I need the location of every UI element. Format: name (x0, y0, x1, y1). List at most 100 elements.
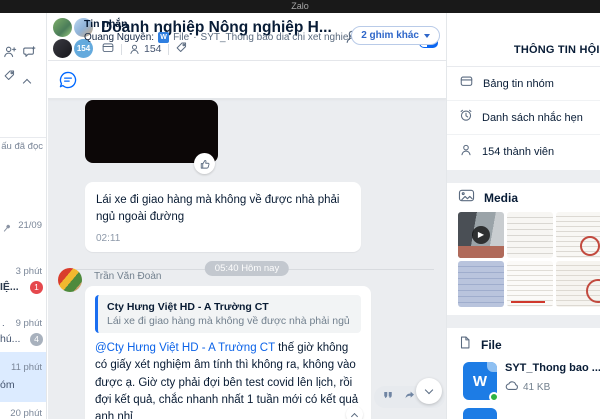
members-button[interactable]: 154 (128, 43, 162, 56)
collapse-list-icon[interactable] (22, 73, 32, 91)
info-panel: THÔNG TIN HỘI THOẠI Bảng tin nhóm Danh s… (446, 13, 600, 419)
message-bubble[interactable]: Cty Hưng Việt HD - A Trường CT Lái xe đi… (85, 286, 371, 419)
alarm-clock-icon (459, 108, 473, 127)
sender-name[interactable]: Trần Văn Đoàn (94, 271, 161, 282)
mention-link[interactable]: @Cty Hưng Việt HD - A Trường CT (95, 342, 275, 354)
conversation-time[interactable]: 21/09 (18, 220, 42, 231)
section-band (447, 315, 600, 328)
truncated-text: . (2, 318, 5, 329)
file-name: SYT_Thong bao ... e.doc (505, 362, 600, 374)
cloud-icon (505, 380, 519, 394)
window-titlebar[interactable]: Zalo (0, 0, 600, 13)
conversation-list: ấu đã đọc 21/09 3 phút IỆ... 1 . 9 phút … (0, 13, 47, 419)
media-grid: ▶ (458, 212, 600, 307)
info-panel-title: THÔNG TIN HỘI THOẠI (513, 44, 600, 56)
forward-icon[interactable] (403, 388, 416, 406)
unread-badge: 4 (30, 333, 43, 346)
media-thumbnail[interactable] (556, 261, 600, 307)
section-band (447, 170, 600, 183)
promo-banner-image[interactable] (0, 156, 46, 213)
list-divider (0, 137, 46, 138)
zalo-window: Zalo ấu đã đọc 21/09 3 phút IỆ... 1 . 9 … (0, 0, 600, 419)
board-icon (459, 74, 474, 93)
pinned-message-icon (58, 70, 78, 95)
mark-read-label[interactable]: ấu đã đọc (1, 141, 43, 152)
file-item[interactable]: W SYT_Thong bao ... e.doc 41 KB (463, 362, 600, 402)
separator-dot: · (193, 32, 197, 43)
quote-title: Cty Hưng Việt HD - A Trường CT (107, 301, 269, 313)
pinned-sender: Quang Nguyễn: (84, 32, 155, 43)
pin-icon (2, 220, 12, 238)
file-info: SYT_Thong bao ... e.doc 41 KB (505, 362, 600, 400)
chevron-down-icon (424, 385, 434, 394)
message-bubble[interactable]: Lái xe đi giao hàng mà không về được nhà… (85, 182, 361, 252)
file-icon (458, 335, 472, 355)
quote-text: Lái xe đi giao hàng mà không về được nhà… (107, 315, 352, 327)
selected-conversation[interactable] (0, 352, 46, 402)
file-meta: 41 KB (505, 380, 600, 394)
collapse-button[interactable] (346, 406, 363, 419)
message-text: @Cty Hưng Việt HD - A Trường CT thế giờ … (95, 340, 361, 419)
conversation-name[interactable]: IỆ... (0, 281, 19, 293)
media-section-title: Media (484, 191, 519, 205)
menu-item-label: 154 thành viên (482, 146, 555, 158)
file-section-title: File (481, 338, 502, 352)
menu-item-group-board[interactable]: Bảng tin nhóm (447, 67, 600, 101)
like-reaction-button[interactable] (194, 153, 215, 174)
unread-badge: 1 (30, 281, 43, 294)
sender-avatar[interactable] (58, 268, 82, 292)
menu-item-label: Bảng tin nhóm (483, 77, 554, 90)
conversation-name[interactable]: óm (0, 379, 15, 391)
divider (121, 43, 122, 55)
person-icon (459, 143, 473, 162)
conversation-time[interactable]: 3 phút (16, 266, 42, 277)
chat-area: 154 Doanh nghiệp Nông nghiệp H... 154 Ti… (48, 13, 446, 419)
divider (167, 43, 169, 55)
conversation-time[interactable]: 9 phút (16, 318, 42, 329)
more-pins-button[interactable]: 2 ghim khác (351, 26, 440, 45)
menu-item-members[interactable]: 154 thành viên (447, 135, 600, 169)
member-avatar (53, 18, 72, 37)
file-icon-letter: W (472, 372, 488, 390)
message-time: 02:11 (96, 232, 121, 244)
classify-tag-icon[interactable] (3, 69, 16, 87)
file-section-header[interactable]: File (447, 335, 600, 355)
file-size: 41 KB (523, 381, 551, 393)
group-meta-row: 154 (101, 41, 188, 57)
media-thumbnail[interactable] (556, 212, 600, 258)
menu-item-label: Danh sách nhắc hẹn (482, 111, 583, 124)
members-count: 154 (144, 43, 162, 55)
conversation-name[interactable]: hú... (0, 333, 20, 345)
media-thumbnail[interactable] (507, 261, 553, 307)
chevron-down-icon (424, 33, 430, 38)
member-avatar (53, 39, 72, 58)
media-thumbnail[interactable] (458, 261, 504, 307)
word-file-icon: W (158, 32, 170, 43)
play-icon: ▶ (472, 226, 490, 244)
media-thumbnail-video[interactable]: ▶ (458, 212, 504, 258)
conversation-time[interactable]: 11 phút (11, 362, 42, 373)
quote-reply-icon[interactable] (382, 388, 394, 406)
add-friend-icon[interactable] (3, 45, 17, 64)
quoted-message[interactable]: Cty Hưng Việt HD - A Trường CT Lái xe đi… (95, 295, 361, 333)
info-panel-header: THÔNG TIN HỘI THOẠI (447, 13, 600, 67)
pinned-messages-bar[interactable] (48, 61, 446, 99)
scroll-to-bottom-button[interactable] (416, 378, 442, 404)
message-text: Lái xe đi giao hàng mà không về được nhà… (96, 194, 340, 224)
tag-icon[interactable] (175, 41, 188, 57)
app-title: Zalo (291, 1, 309, 11)
image-icon (458, 188, 475, 208)
media-thumbnail[interactable] (507, 212, 553, 258)
pinned-file-label: File (173, 32, 190, 43)
word-file-icon: W (463, 362, 499, 402)
date-pill: 05:40 Hôm nay (204, 261, 290, 276)
create-group-icon[interactable] (22, 45, 36, 64)
media-section-header[interactable]: Media (447, 188, 600, 208)
chevron-up-icon (350, 412, 359, 419)
menu-item-reminders[interactable]: Danh sách nhắc hẹn (447, 101, 600, 135)
word-file-icon-partial[interactable] (463, 408, 497, 419)
pinned-label: Tin nhắn (84, 18, 128, 30)
more-pins-label: 2 ghim khác (361, 30, 419, 41)
board-icon[interactable] (101, 41, 115, 57)
conversation-time[interactable]: 20 phút (10, 408, 42, 419)
